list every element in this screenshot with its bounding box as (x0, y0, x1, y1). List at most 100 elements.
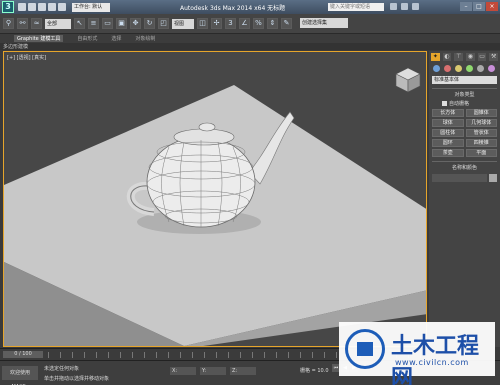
redo-icon[interactable] (58, 3, 66, 11)
cylinder-button[interactable]: 圆柱体 (432, 129, 464, 137)
prompt-message: 单击并拖动以选择并移动对象 (44, 376, 110, 382)
x-coordinate-field[interactable]: X: (170, 367, 196, 375)
ribbon-panel: 多边形建模 (0, 43, 500, 50)
pivot-center-icon[interactable]: ◫ (197, 18, 208, 29)
object-type-header[interactable]: 对象类型 (432, 91, 497, 98)
rotate-icon[interactable]: ↻ (144, 18, 155, 29)
scale-icon[interactable]: ◰ (158, 18, 169, 29)
select-manipulate-icon[interactable]: ✢ (211, 18, 222, 29)
open-file-icon[interactable] (28, 3, 36, 11)
window-controls: – □ × (460, 2, 498, 11)
y-coordinate-field[interactable]: Y: (200, 367, 226, 375)
percent-snap-icon[interactable]: % (253, 18, 264, 29)
time-slider[interactable]: 0 / 100 (3, 351, 43, 358)
window-crossing-icon[interactable]: ▣ (116, 18, 127, 29)
reference-coordinate-dropdown[interactable]: 视图 (172, 18, 194, 29)
box-button[interactable]: 长方体 (432, 109, 464, 117)
autogrid-checkbox[interactable]: 自动栅格 (442, 100, 497, 107)
viewport-label[interactable]: [+] [透视] [真实] (7, 54, 46, 61)
help-search-input[interactable]: 键入关键字或短语 (328, 3, 384, 11)
checkbox-icon[interactable] (442, 101, 447, 106)
geometry-icon[interactable] (433, 65, 440, 72)
named-selection-dropdown[interactable]: 创建选择集 (300, 18, 348, 28)
select-by-name-icon[interactable]: ≡ (88, 18, 99, 29)
cone-button[interactable]: 圆锥体 (465, 109, 497, 117)
teapot-button[interactable]: 茶壶 (432, 149, 464, 157)
display-tab-icon[interactable]: ▭ (477, 53, 487, 61)
spinner-snap-icon[interactable]: ⇕ (267, 18, 278, 29)
viewcube-icon[interactable] (395, 67, 421, 93)
watermark-logo-icon (345, 329, 385, 369)
primitive-type-dropdown[interactable]: 标准基本体 (432, 76, 497, 84)
minimize-button[interactable]: – (460, 2, 472, 11)
bind-spacewarp-icon[interactable]: ≈ (31, 18, 42, 29)
create-tab-icon[interactable]: ✦ (431, 53, 440, 61)
site-watermark: 土木工程网 www.civilcn.com (339, 322, 495, 385)
torus-button[interactable]: 圆环 (432, 139, 464, 147)
z-coordinate-field[interactable]: Z: (230, 367, 256, 375)
angle-snap-icon[interactable]: ∠ (239, 18, 250, 29)
teapot-knob[interactable] (198, 122, 216, 132)
tab-freeform[interactable]: 自由形式 (77, 35, 97, 42)
workspace-dropdown[interactable]: 工作台: 默认 (72, 2, 110, 12)
perspective-viewport[interactable]: [+] [透视] [真实] (3, 51, 427, 347)
cameras-icon[interactable] (466, 65, 473, 72)
pyramid-button[interactable]: 四棱锥 (465, 139, 497, 147)
utilities-tab-icon[interactable]: ⚒ (489, 53, 499, 61)
hierarchy-tab-icon[interactable]: ⊤ (454, 53, 464, 61)
select-object-icon[interactable]: ↖ (74, 18, 85, 29)
window-title: Autodesk 3ds Max 2014 x64 无标题 (180, 4, 286, 12)
snap-toggle-icon[interactable]: 3 (225, 18, 236, 29)
helpers-icon[interactable] (477, 65, 484, 72)
motion-tab-icon[interactable]: ◉ (466, 53, 475, 61)
edit-named-selection-icon[interactable]: ✎ (281, 18, 292, 29)
undo-icon[interactable] (48, 3, 56, 11)
title-bar: 3 工作台: 默认 Autodesk 3ds Max 2014 x64 无标题 … (0, 0, 500, 14)
help-icon[interactable] (412, 3, 419, 10)
app-window: 3 工作台: 默认 Autodesk 3ds Max 2014 x64 无标题 … (0, 0, 500, 385)
ribbon-tabs: Graphite 建模工具 自由形式 选择 对象绘制 (0, 34, 500, 43)
search-icon[interactable] (390, 3, 397, 10)
selection-filter-dropdown[interactable]: 全部 (45, 18, 71, 29)
name-color-header[interactable]: 名称和颜色 (432, 164, 497, 171)
create-category-icons (429, 63, 500, 74)
tab-selection[interactable]: 选择 (111, 35, 121, 42)
command-panel: ✦ ◐ ⊤ ◉ ▭ ⚒ 标准基本体 对象类型 自动栅格 长方体 圆锥体 球体 几… (429, 51, 500, 347)
primitive-buttons: 长方体 圆锥体 球体 几何球体 圆柱体 管状体 圆环 四棱锥 茶壶 平面 (432, 109, 497, 157)
name-color-rollout: 名称和颜色 (432, 161, 497, 182)
watermark-title: 土木工程网 (391, 334, 480, 385)
viewport-scene (4, 67, 426, 346)
geosphere-button[interactable]: 几何球体 (465, 119, 497, 127)
modify-tab-icon[interactable]: ◐ (442, 53, 452, 61)
watermark-url: www.civilcn.com (395, 358, 469, 367)
maximize-button[interactable]: □ (473, 2, 485, 11)
star-icon[interactable] (401, 3, 408, 10)
unlink-icon[interactable]: ⚯ (17, 18, 28, 29)
ribbon-panel-label[interactable]: 多边形建模 (3, 44, 28, 50)
sphere-button[interactable]: 球体 (432, 119, 464, 127)
shapes-icon[interactable] (444, 65, 451, 72)
tab-object-paint[interactable]: 对象绘制 (135, 35, 155, 42)
tab-graphite[interactable]: Graphite 建模工具 (14, 35, 64, 42)
object-color-swatch[interactable] (489, 174, 497, 182)
name-color-row (432, 174, 497, 182)
new-file-icon[interactable] (18, 3, 26, 11)
link-icon[interactable]: ⚲ (3, 18, 14, 29)
maxscript-listener[interactable]: 欢迎使用 MAXSc (2, 366, 38, 385)
status-message: 未选定任何对象 (44, 366, 80, 372)
object-name-field[interactable] (432, 174, 487, 182)
save-file-icon[interactable] (38, 3, 46, 11)
app-logo-button[interactable]: 3 (2, 1, 14, 13)
grid-size-readout: 栅格 = 10.0 (300, 368, 329, 374)
move-icon[interactable]: ✥ (130, 18, 141, 29)
spacewarps-icon[interactable] (488, 65, 495, 72)
infocenter-icons (390, 3, 419, 10)
tube-button[interactable]: 管状体 (465, 129, 497, 137)
lights-icon[interactable] (455, 65, 462, 72)
main-toolbar: ⚲ ⚯ ≈ 全部 ↖ ≡ ▭ ▣ ✥ ↻ ◰ 视图 ◫ ✢ 3 ∠ % ⇕ ✎ (0, 14, 500, 34)
region-select-icon[interactable]: ▭ (102, 18, 113, 29)
close-button[interactable]: × (486, 2, 498, 11)
command-panel-tabs: ✦ ◐ ⊤ ◉ ▭ ⚒ (429, 51, 500, 63)
quick-access-toolbar (18, 3, 66, 11)
plane-button[interactable]: 平面 (465, 149, 497, 157)
